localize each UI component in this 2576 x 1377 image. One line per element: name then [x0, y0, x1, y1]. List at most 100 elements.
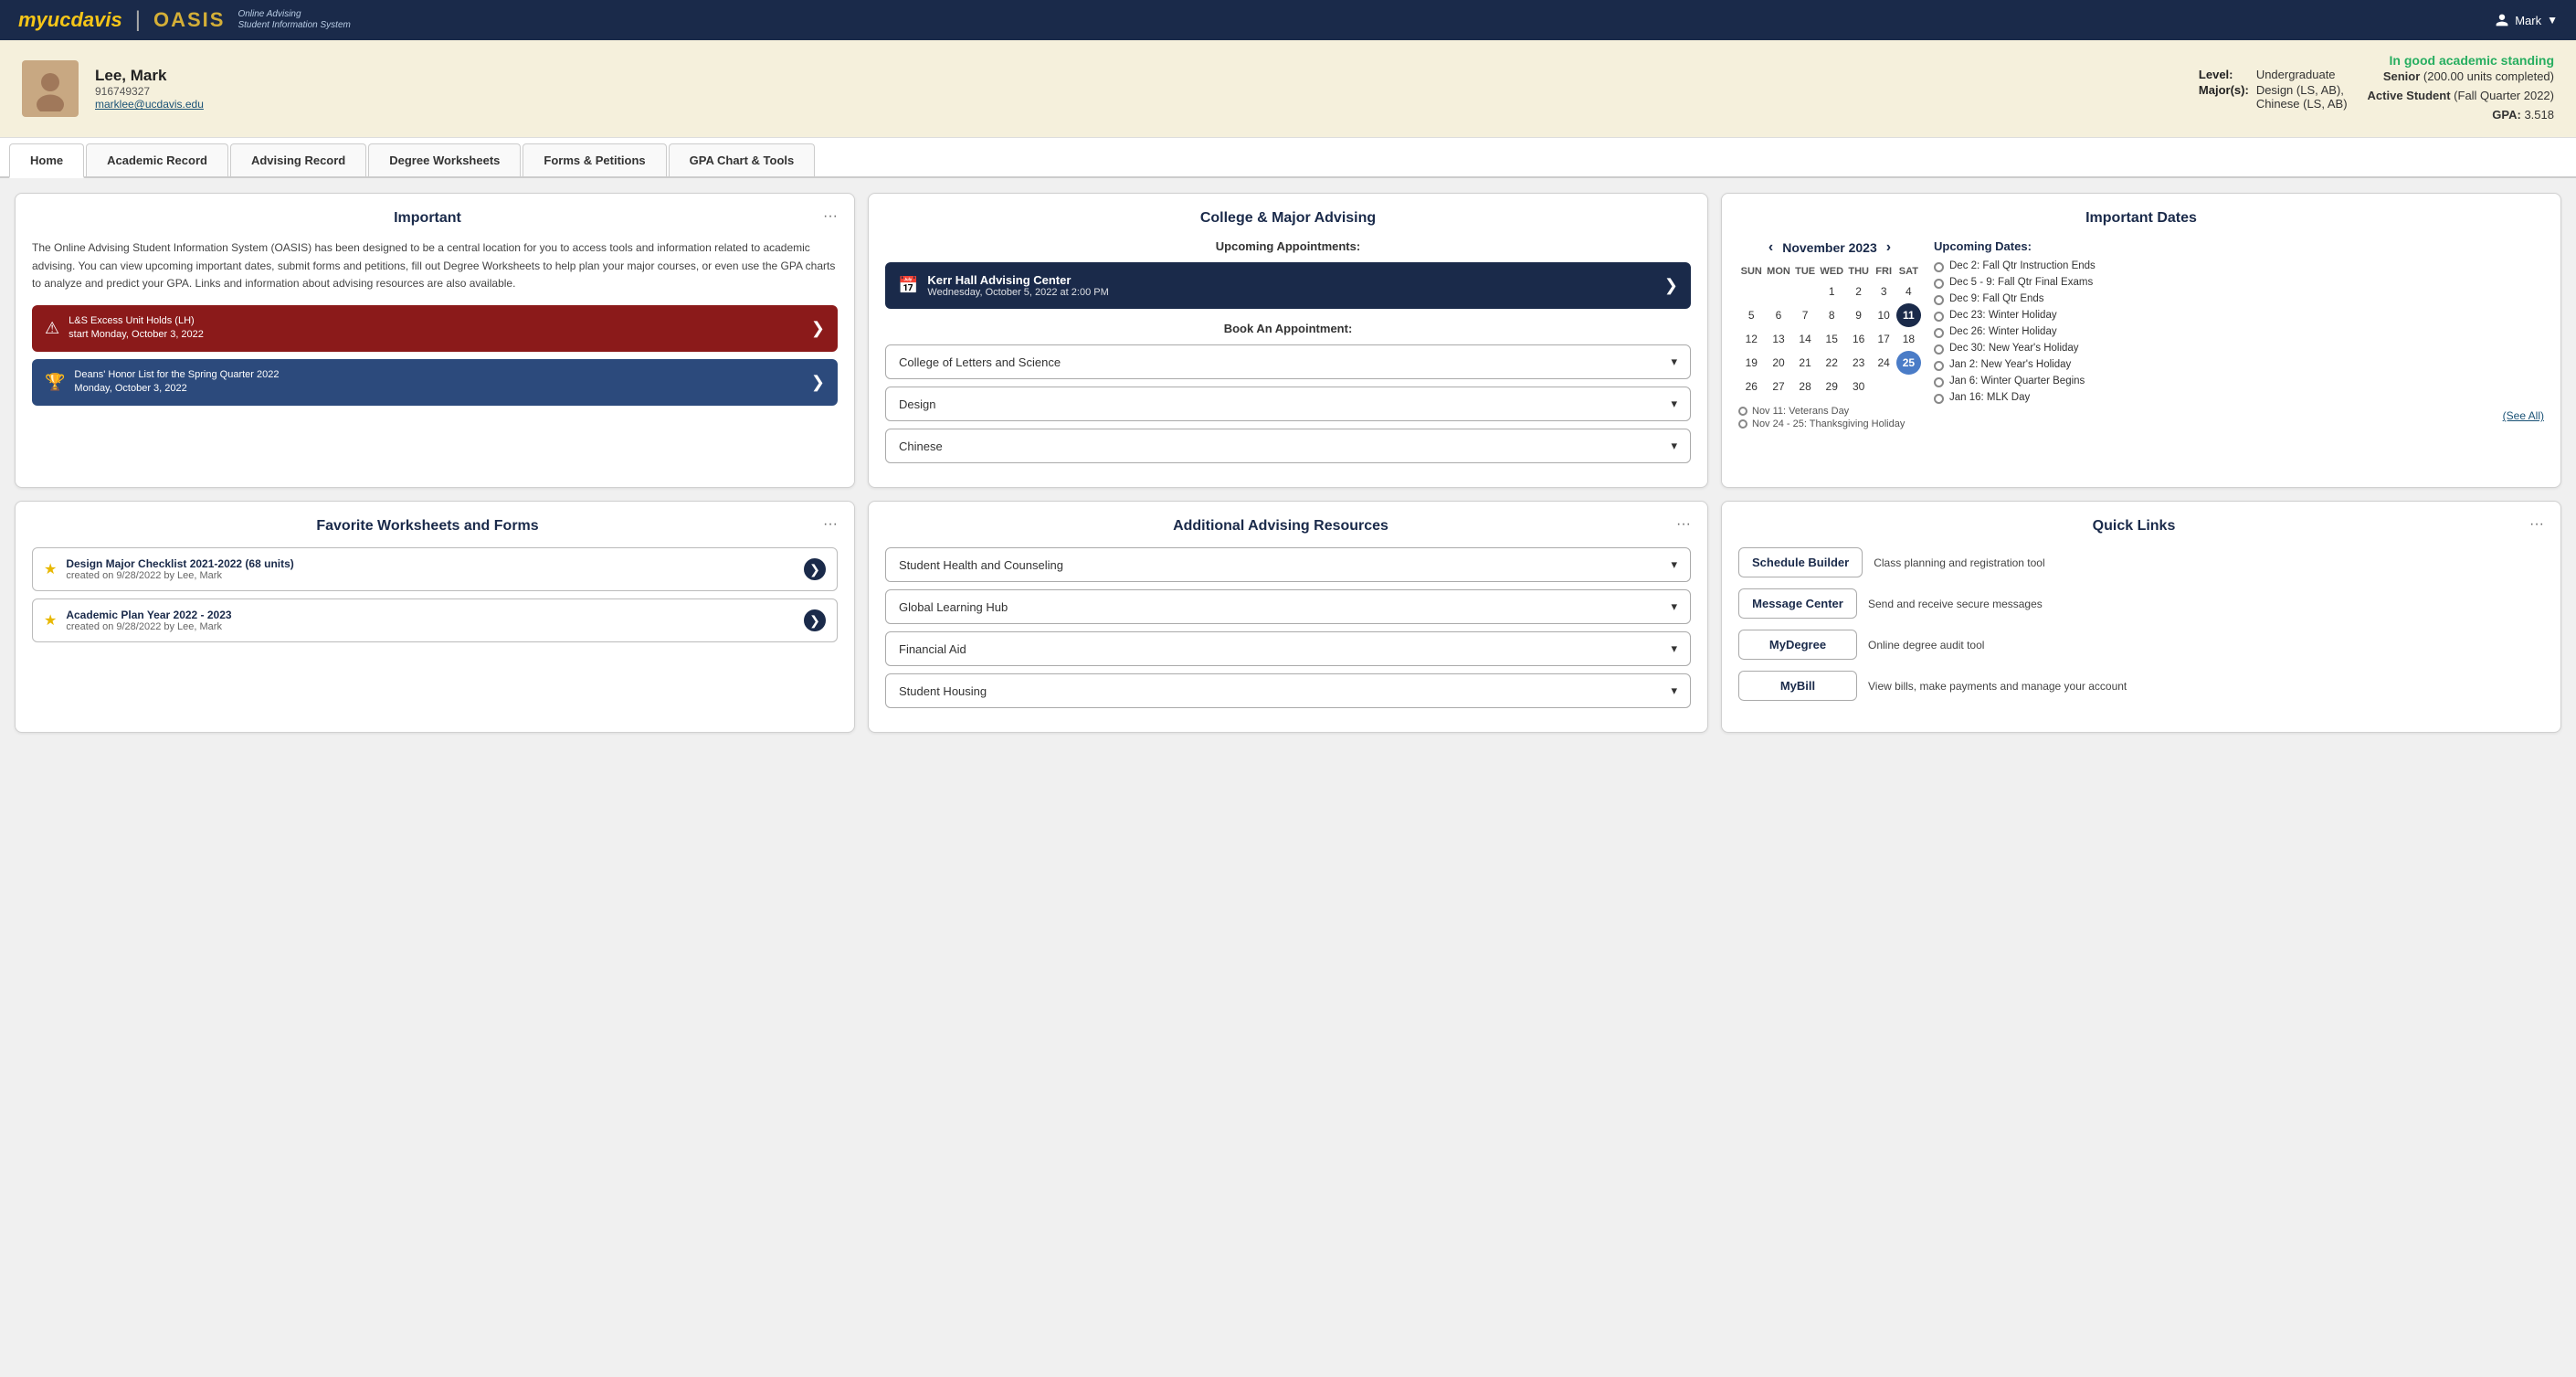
star-icon: ★: [44, 611, 57, 630]
honor-text: Deans' Honor List for the Spring Quarter…: [74, 368, 801, 397]
design-dropdown[interactable]: Design ▾: [885, 387, 1691, 421]
quick-links-menu-button[interactable]: ···: [2529, 516, 2544, 533]
calendar-day[interactable]: 15: [1818, 327, 1846, 351]
calendar-day[interactable]: 3: [1872, 280, 1896, 303]
cal-header-mon: MON: [1764, 263, 1792, 280]
advising-resources-menu-button[interactable]: ···: [1676, 516, 1691, 533]
important-card-title: Important: [32, 210, 838, 227]
calendar-day[interactable]: 2: [1846, 280, 1872, 303]
status-detail: Senior (200.00 units completed) Active S…: [2368, 68, 2554, 124]
calendar-day[interactable]: 5: [1738, 303, 1764, 327]
calendar-day[interactable]: 21: [1793, 351, 1818, 375]
deans-honor-list-button[interactable]: 🏆 Deans' Honor List for the Spring Quart…: [32, 359, 838, 406]
appointment-date: Wednesday, October 5, 2022 at 2:00 PM: [927, 287, 1654, 298]
important-menu-button[interactable]: ···: [823, 208, 838, 225]
worksheet-item[interactable]: ★ Design Major Checklist 2021-2022 (68 u…: [32, 547, 838, 591]
worksheets-menu-button[interactable]: ···: [823, 516, 838, 533]
advising-resource-dropdown[interactable]: Student Health and Counseling▾: [885, 547, 1691, 582]
calendar-day[interactable]: 28: [1793, 375, 1818, 398]
profile-info: Lee, Mark 916749327 marklee@ucdavis.edu: [95, 67, 2142, 111]
college-dropdown[interactable]: College of Letters and Science ▾: [885, 344, 1691, 379]
appointment-name: Kerr Hall Advising Center: [927, 273, 1654, 287]
cal-header-sun: SUN: [1738, 263, 1764, 280]
see-all-button[interactable]: (See All): [1934, 409, 2544, 422]
advising-resources-title: Additional Advising Resources: [885, 518, 1691, 535]
tab-gpa-chart[interactable]: GPA Chart & Tools: [669, 143, 816, 176]
calendar-day[interactable]: 27: [1764, 375, 1792, 398]
quick-link-button[interactable]: MyBill: [1738, 671, 1857, 701]
calendar-day[interactable]: 18: [1896, 327, 1921, 351]
calendar-day[interactable]: 23: [1846, 351, 1872, 375]
chevron-down-icon: ▾: [1671, 557, 1677, 572]
calendar-icon: 📅: [898, 276, 918, 295]
trophy-icon: 🏆: [45, 373, 65, 392]
quick-link-button[interactable]: Message Center: [1738, 588, 1857, 619]
ls-excess-units-alert[interactable]: ⚠ L&S Excess Unit Holds (LH) start Monda…: [32, 305, 838, 352]
tab-academic-record[interactable]: Academic Record: [86, 143, 228, 176]
calendar-day[interactable]: 20: [1764, 351, 1792, 375]
calendar-day[interactable]: 14: [1793, 327, 1818, 351]
calendar-day[interactable]: 26: [1738, 375, 1764, 398]
calendar-day[interactable]: 17: [1872, 327, 1896, 351]
calendar-month-label: November 2023: [1782, 240, 1877, 255]
calendar-day: [1738, 280, 1764, 303]
date-dot-icon: [1934, 361, 1944, 371]
calendar-prev-button[interactable]: ‹: [1768, 239, 1773, 256]
calendar-day[interactable]: 6: [1764, 303, 1792, 327]
calendar-day[interactable]: 1: [1818, 280, 1846, 303]
calendar-day[interactable]: 13: [1764, 327, 1792, 351]
calendar-day[interactable]: 16: [1846, 327, 1872, 351]
quick-link-item: Message Center Send and receive secure m…: [1738, 588, 2544, 619]
calendar-day[interactable]: 19: [1738, 351, 1764, 375]
calendar-table: SUN MON TUE WED THU FRI SAT 123456789101…: [1738, 263, 1921, 398]
profile-name: Lee, Mark: [95, 67, 2142, 85]
calendar-day[interactable]: 4: [1896, 280, 1921, 303]
quick-link-description: View bills, make payments and manage you…: [1868, 680, 2127, 693]
tab-degree-worksheets[interactable]: Degree Worksheets: [368, 143, 521, 176]
worksheets-card-title: Favorite Worksheets and Forms: [32, 518, 838, 535]
profile-header: Lee, Mark 916749327 marklee@ucdavis.edu …: [0, 40, 2576, 138]
profile-email[interactable]: marklee@ucdavis.edu: [95, 98, 2142, 111]
calendar-day[interactable]: 7: [1793, 303, 1818, 327]
majors-label: Major(s):: [2195, 82, 2253, 111]
quick-link-description: Send and receive secure messages: [1868, 598, 2043, 610]
chinese-dropdown[interactable]: Chinese ▾: [885, 429, 1691, 463]
profile-status: In good academic standing Senior (200.00…: [2368, 53, 2554, 124]
cal-header-fri: FRI: [1872, 263, 1896, 280]
calendar-day[interactable]: 10: [1872, 303, 1896, 327]
advising-resource-dropdown[interactable]: Student Housing▾: [885, 673, 1691, 708]
calendar-day[interactable]: 22: [1818, 351, 1846, 375]
tab-home[interactable]: Home: [9, 143, 84, 178]
date-dot-icon: [1934, 344, 1944, 355]
upcoming-appointments-label: Upcoming Appointments:: [885, 239, 1691, 253]
calendar-day[interactable]: 29: [1818, 375, 1846, 398]
quick-link-button[interactable]: MyDegree: [1738, 630, 1857, 660]
upcoming-date-item: Dec 26: Winter Holiday: [1934, 326, 2544, 338]
cal-header-sat: SAT: [1896, 263, 1921, 280]
appointment-item[interactable]: 📅 Kerr Hall Advising Center Wednesday, O…: [885, 262, 1691, 309]
date-dot-icon: [1934, 312, 1944, 322]
worksheet-name: Design Major Checklist 2021-2022 (68 uni…: [66, 557, 795, 570]
calendar-day[interactable]: 30: [1846, 375, 1872, 398]
calendar-day[interactable]: 25: [1896, 351, 1921, 375]
quick-link-item: MyBill View bills, make payments and man…: [1738, 671, 2544, 701]
calendar-day[interactable]: 11: [1896, 303, 1921, 327]
upcoming-date-item: Jan 2: New Year's Holiday: [1934, 359, 2544, 371]
star-icon: ★: [44, 560, 57, 578]
advising-resource-dropdown[interactable]: Financial Aid▾: [885, 631, 1691, 666]
calendar-day[interactable]: 9: [1846, 303, 1872, 327]
calendar-day[interactable]: 8: [1818, 303, 1846, 327]
tab-forms-petitions[interactable]: Forms & Petitions: [523, 143, 666, 176]
book-appointment-label: Book An Appointment:: [885, 322, 1691, 335]
upcoming-date-item: Dec 2: Fall Qtr Instruction Ends: [1934, 260, 2544, 272]
calendar-day[interactable]: 12: [1738, 327, 1764, 351]
tab-advising-record[interactable]: Advising Record: [230, 143, 366, 176]
top-nav: myucdavis | OASIS Online Advising Studen…: [0, 0, 2576, 40]
cal-header-wed: WED: [1818, 263, 1846, 280]
worksheet-item[interactable]: ★ Academic Plan Year 2022 - 2023 created…: [32, 598, 838, 642]
calendar-next-button[interactable]: ›: [1886, 239, 1891, 256]
user-menu[interactable]: Mark ▼: [2495, 13, 2558, 27]
advising-resource-dropdown[interactable]: Global Learning Hub▾: [885, 589, 1691, 624]
calendar-day[interactable]: 24: [1872, 351, 1896, 375]
quick-link-button[interactable]: Schedule Builder: [1738, 547, 1863, 577]
